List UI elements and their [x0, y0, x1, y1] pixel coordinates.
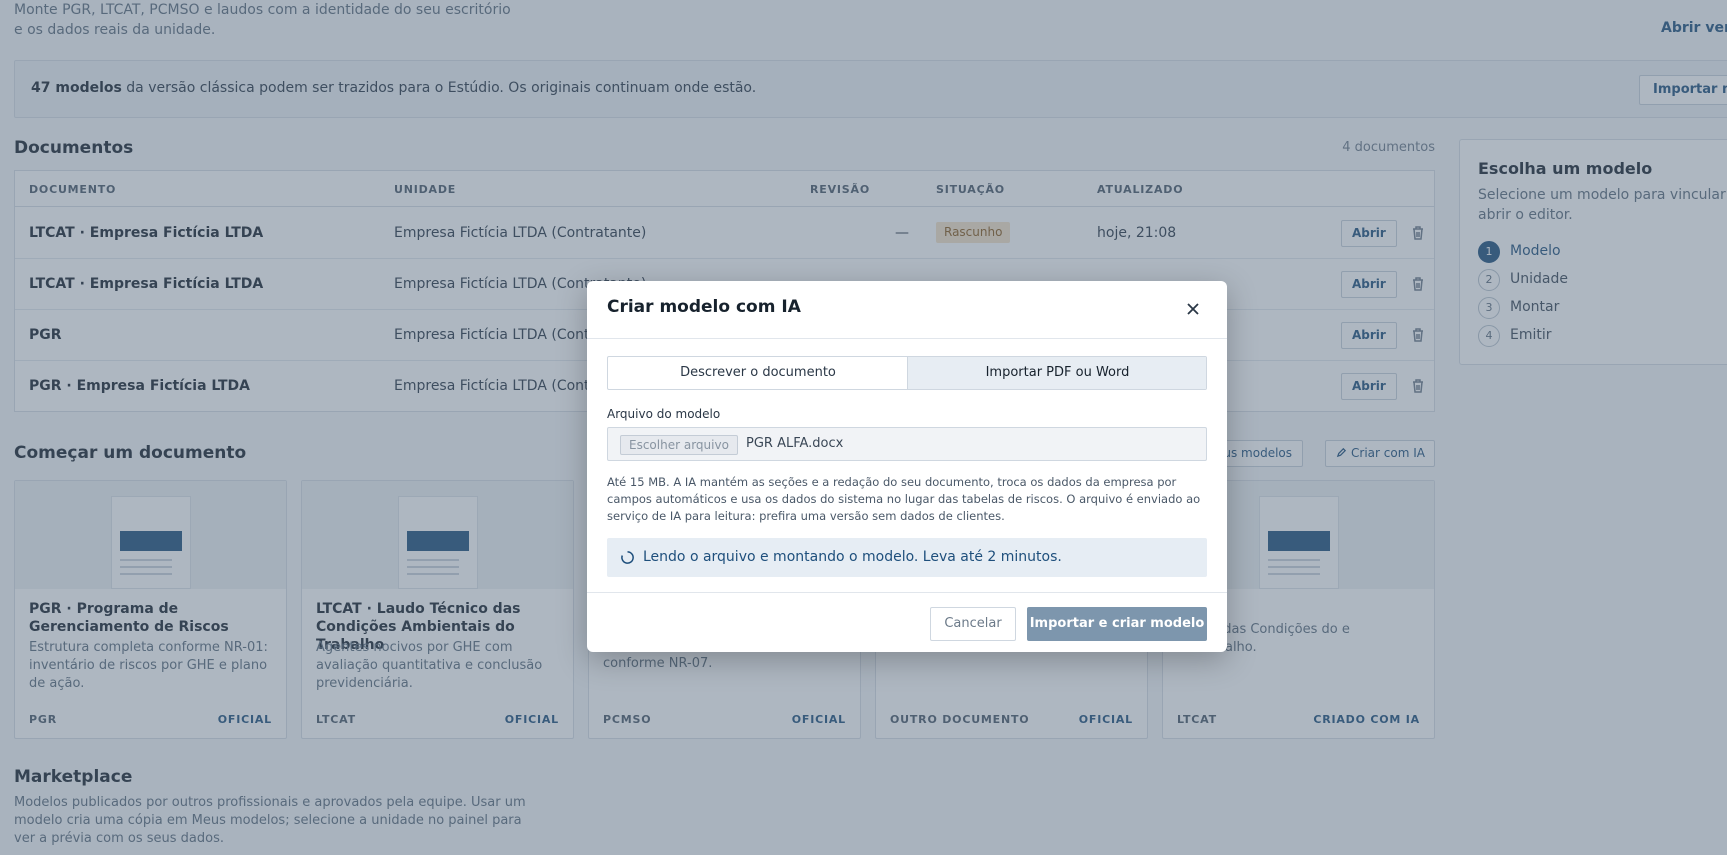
tab-import-pdf-word[interactable]: Importar PDF ou Word: [907, 357, 1206, 389]
file-input[interactable]: Escolher arquivo PGR ALFA.docx: [607, 427, 1207, 461]
file-field-label: Arquivo do modelo: [607, 407, 721, 421]
spinner-icon: [621, 551, 634, 564]
create-ai-model-dialog: Criar modelo com IA Descrever o document…: [587, 281, 1227, 652]
tab-describe-document[interactable]: Descrever o documento: [608, 357, 908, 389]
import-help-text: Até 15 MB. A IA mantém as seções e a red…: [607, 475, 1201, 523]
selected-file-name: PGR ALFA.docx: [746, 436, 844, 451]
source-tabs: Descrever o documento Importar PDF ou Wo…: [607, 356, 1207, 390]
dialog-divider: [587, 338, 1227, 339]
dialog-title: Criar modelo com IA: [607, 297, 801, 317]
progress-notice: Lendo o arquivo e montando o modelo. Lev…: [607, 538, 1207, 577]
cancel-button[interactable]: Cancelar: [930, 607, 1016, 641]
progress-text: Lendo o arquivo e montando o modelo. Lev…: [643, 549, 1062, 565]
choose-file-button[interactable]: Escolher arquivo: [620, 435, 738, 455]
dialog-divider: [587, 592, 1227, 593]
close-icon[interactable]: [1185, 301, 1201, 317]
import-create-button[interactable]: Importar e criar modelo: [1027, 607, 1207, 641]
